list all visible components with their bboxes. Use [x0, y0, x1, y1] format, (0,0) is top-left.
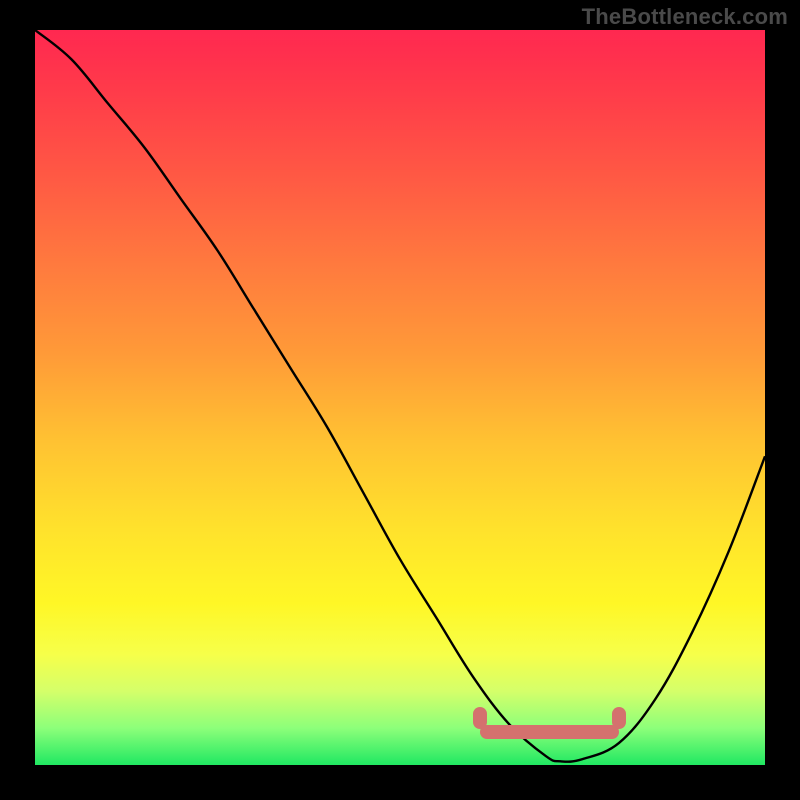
optimal-range-band	[480, 725, 619, 739]
plot-area	[35, 30, 765, 765]
optimal-range-left-endpoint	[473, 707, 487, 729]
watermark-text: TheBottleneck.com	[582, 4, 788, 30]
curve-path	[35, 30, 765, 762]
chart-frame: TheBottleneck.com	[0, 0, 800, 800]
optimal-range-right-endpoint	[612, 707, 626, 729]
bottleneck-curve	[35, 30, 765, 765]
